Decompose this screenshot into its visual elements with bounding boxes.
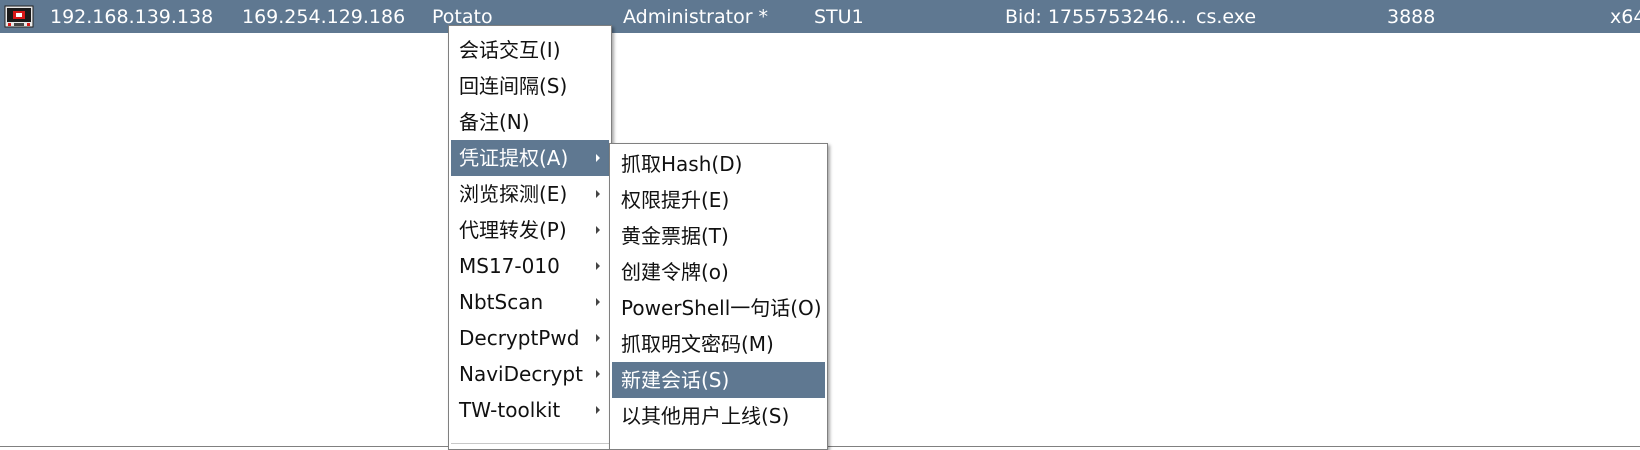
submenu-item-dump-hashes[interactable]: 抓取Hash(D) [612,146,825,182]
menu-item-label: TW-toolkit [459,398,561,422]
menu-item-label: NbtScan [459,290,544,314]
menu-item-label: 会话交互(I) [459,38,561,62]
menu-item-label: MS17-010 [459,254,560,278]
computer-cell: STU1 [814,6,864,28]
menu-item-label: PowerShell一句话(O) [621,296,822,320]
submenu-arrow-icon [596,406,600,414]
menu-item-label: NaviDecrypt [459,362,583,386]
menu-item-pivoting[interactable]: 代理转发(P) [451,212,609,248]
pid-cell: 3888 [1387,6,1436,28]
menu-item-label: DecryptPwd [459,326,580,350]
menu-item-interact[interactable]: 会话交互(I) [451,32,609,68]
menu-item-label: 黄金票据(T) [621,224,729,248]
menu-item-decryptpwd[interactable]: DecryptPwd [451,320,609,356]
submenu-arrow-icon [596,154,600,162]
menu-item-label: 以其他用户上线(S) [621,404,790,428]
menu-item-label: 回连间隔(S) [459,74,568,98]
menu-item-nbtscan[interactable]: NbtScan [451,284,609,320]
submenu-arrow-icon [596,370,600,378]
submenu-arrow-icon [596,262,600,270]
submenu-item-make-token[interactable]: 创建令牌(o) [612,254,825,290]
menu-item-ms17-010[interactable]: MS17-010 [451,248,609,284]
menu-item-label: 新建会话(S) [621,368,730,392]
session-context-menu: 会话交互(I) 回连间隔(S) 备注(N) 凭证提权(A) 浏览探测(E) 代理… [448,25,612,450]
menu-separator [451,443,609,444]
menu-item-label: 抓取明文密码(M) [621,332,774,356]
menu-item-label: 抓取Hash(D) [621,152,743,176]
menu-item-access[interactable]: 凭证提权(A) [451,140,609,176]
computer-icon [4,5,34,28]
submenu-item-elevate[interactable]: 权限提升(E) [612,182,825,218]
menu-item-navidecrypt[interactable]: NaviDecrypt [451,356,609,392]
access-submenu: 抓取Hash(D) 权限提升(E) 黄金票据(T) 创建令牌(o) PowerS… [609,143,828,450]
menu-item-label: 备注(N) [459,110,530,134]
note-cell: Bid: 1755753246... [1005,6,1187,28]
user-cell: Administrator * [623,6,769,28]
menu-item-label: 浏览探测(E) [459,182,568,206]
internal-ip-cell: 169.254.129.186 [242,6,406,28]
external-ip-cell: 192.168.139.138 [50,6,214,28]
menu-item-explore[interactable]: 浏览探测(E) [451,176,609,212]
menu-item-label: 代理转发(P) [459,218,567,242]
session-row-selected[interactable]: 192.168.139.138 169.254.129.186 Potato A… [0,0,1640,33]
submenu-arrow-icon [596,334,600,342]
process-cell: cs.exe [1196,6,1257,28]
menu-item-sleep[interactable]: 回连间隔(S) [451,68,609,104]
submenu-arrow-icon [596,226,600,234]
menu-item-note[interactable]: 备注(N) [451,104,609,140]
menu-item-tw-toolkit[interactable]: TW-toolkit [451,392,609,428]
submenu-item-golden-ticket[interactable]: 黄金票据(T) [612,218,825,254]
submenu-arrow-icon [596,190,600,198]
submenu-item-spawn-as[interactable]: 以其他用户上线(S) [612,398,825,434]
submenu-arrow-icon [596,298,600,306]
submenu-item-spawn[interactable]: 新建会话(S) [612,362,825,398]
submenu-item-powershell-oneliner[interactable]: PowerShell一句话(O) [612,290,825,326]
beacon-console: 192.168.139.138 169.254.129.186 Potato A… [0,0,1640,450]
menu-item-label: 凭证提权(A) [459,146,569,170]
menu-item-label: 创建令牌(o) [621,260,729,284]
arch-cell: x64 [1610,6,1640,28]
submenu-item-mimikatz[interactable]: 抓取明文密码(M) [612,326,825,362]
menu-item-label: 权限提升(E) [621,188,730,212]
